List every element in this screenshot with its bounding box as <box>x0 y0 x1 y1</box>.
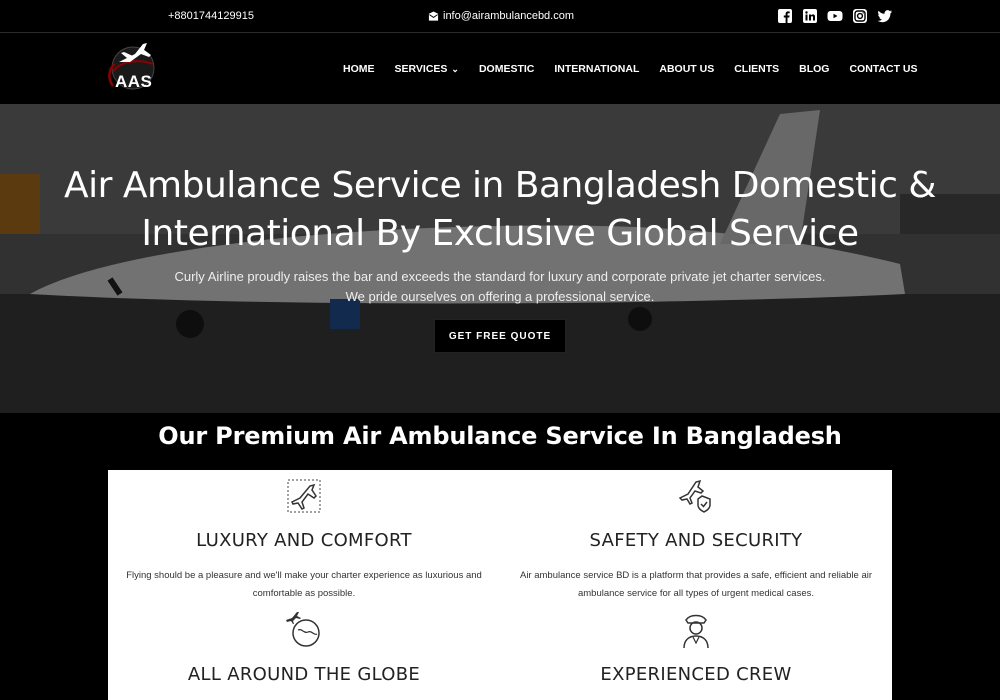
feature-title: EXPERIENCED CREW <box>600 664 792 685</box>
phone-number[interactable]: +8801744129915 <box>168 10 254 22</box>
facebook-icon[interactable] <box>777 8 793 24</box>
top-bar: +8801744129915 info@airambulancebd.com <box>0 0 1000 33</box>
hero-title-line2: International By Exclusive Global Servic… <box>141 213 859 254</box>
hero-title-line1: Air Ambulance Service in Bangladesh Dome… <box>64 165 936 206</box>
feature-text: Flying should be a pleasure and we'll ma… <box>126 570 482 599</box>
main-nav: HOME SERVICES ⌄ DOMESTIC INTERNATIONAL AB… <box>333 61 928 77</box>
nav-blog[interactable]: BLOG <box>789 61 839 77</box>
nav-international[interactable]: INTERNATIONAL <box>544 61 649 77</box>
features-panel: LUXURY AND COMFORT Flying should be a pl… <box>108 470 892 700</box>
feature-globe: ALL AROUND THE GLOBE <box>108 610 500 685</box>
get-free-quote-button[interactable]: GET FREE QUOTE <box>434 319 566 353</box>
feature-title: LUXURY AND COMFORT <box>196 530 412 551</box>
email-text[interactable]: info@airambulancebd.com <box>443 10 574 22</box>
globe-airplane-icon <box>286 612 320 647</box>
nav-services[interactable]: SERVICES ⌄ <box>385 61 469 77</box>
feature-title: ALL AROUND THE GLOBE <box>187 664 421 685</box>
nav-domestic[interactable]: DOMESTIC <box>469 61 544 77</box>
email-link[interactable]: info@airambulancebd.com <box>428 10 574 22</box>
nav-contact[interactable]: CONTACT US <box>839 61 927 77</box>
chevron-down-icon: ⌄ <box>451 63 459 74</box>
twitter-icon[interactable] <box>877 8 893 24</box>
site-logo[interactable]: AAS <box>97 38 163 96</box>
section-title: Our Premium Air Ambulance Service In Ban… <box>158 422 842 450</box>
feature-text: Air ambulance service BD is a platform t… <box>519 570 873 599</box>
hero-subtitle: Curly Airline proudly raises the bar and… <box>0 267 1000 307</box>
hero-sub-line1: Curly Airline proudly raises the bar and… <box>174 269 826 284</box>
hero-overlay <box>0 104 1000 413</box>
pilot-icon <box>683 614 709 649</box>
main-header: AAS HOME SERVICES ⌄ DOMESTIC INTERNATIONA… <box>0 34 1000 104</box>
social-links <box>777 8 893 24</box>
linkedin-icon[interactable] <box>802 8 818 24</box>
instagram-icon[interactable] <box>852 8 868 24</box>
airplane-shield-icon <box>678 479 711 513</box>
nav-clients[interactable]: CLIENTS <box>724 61 789 77</box>
logo-text: AAS <box>115 72 153 91</box>
feature-safety: SAFETY AND SECURITY Air ambulance servic… <box>500 476 892 603</box>
hero-title: Air Ambulance Service in Bangladesh Dome… <box>0 162 1000 258</box>
nav-services-label: SERVICES <box>394 63 448 75</box>
hero-sub-line2: We pride ourselves on offering a profess… <box>345 289 655 304</box>
feature-crew: EXPERIENCED CREW <box>500 610 892 685</box>
feature-title: SAFETY AND SECURITY <box>589 530 803 551</box>
airplane-icon <box>287 479 321 513</box>
nav-about[interactable]: ABOUT US <box>649 61 724 77</box>
nav-home[interactable]: HOME <box>333 61 385 77</box>
feature-luxury: LUXURY AND COMFORT Flying should be a pl… <box>108 476 500 603</box>
hero-banner: Air Ambulance Service in Bangladesh Dome… <box>0 104 1000 413</box>
envelope-icon <box>428 10 439 21</box>
youtube-icon[interactable] <box>827 8 843 24</box>
